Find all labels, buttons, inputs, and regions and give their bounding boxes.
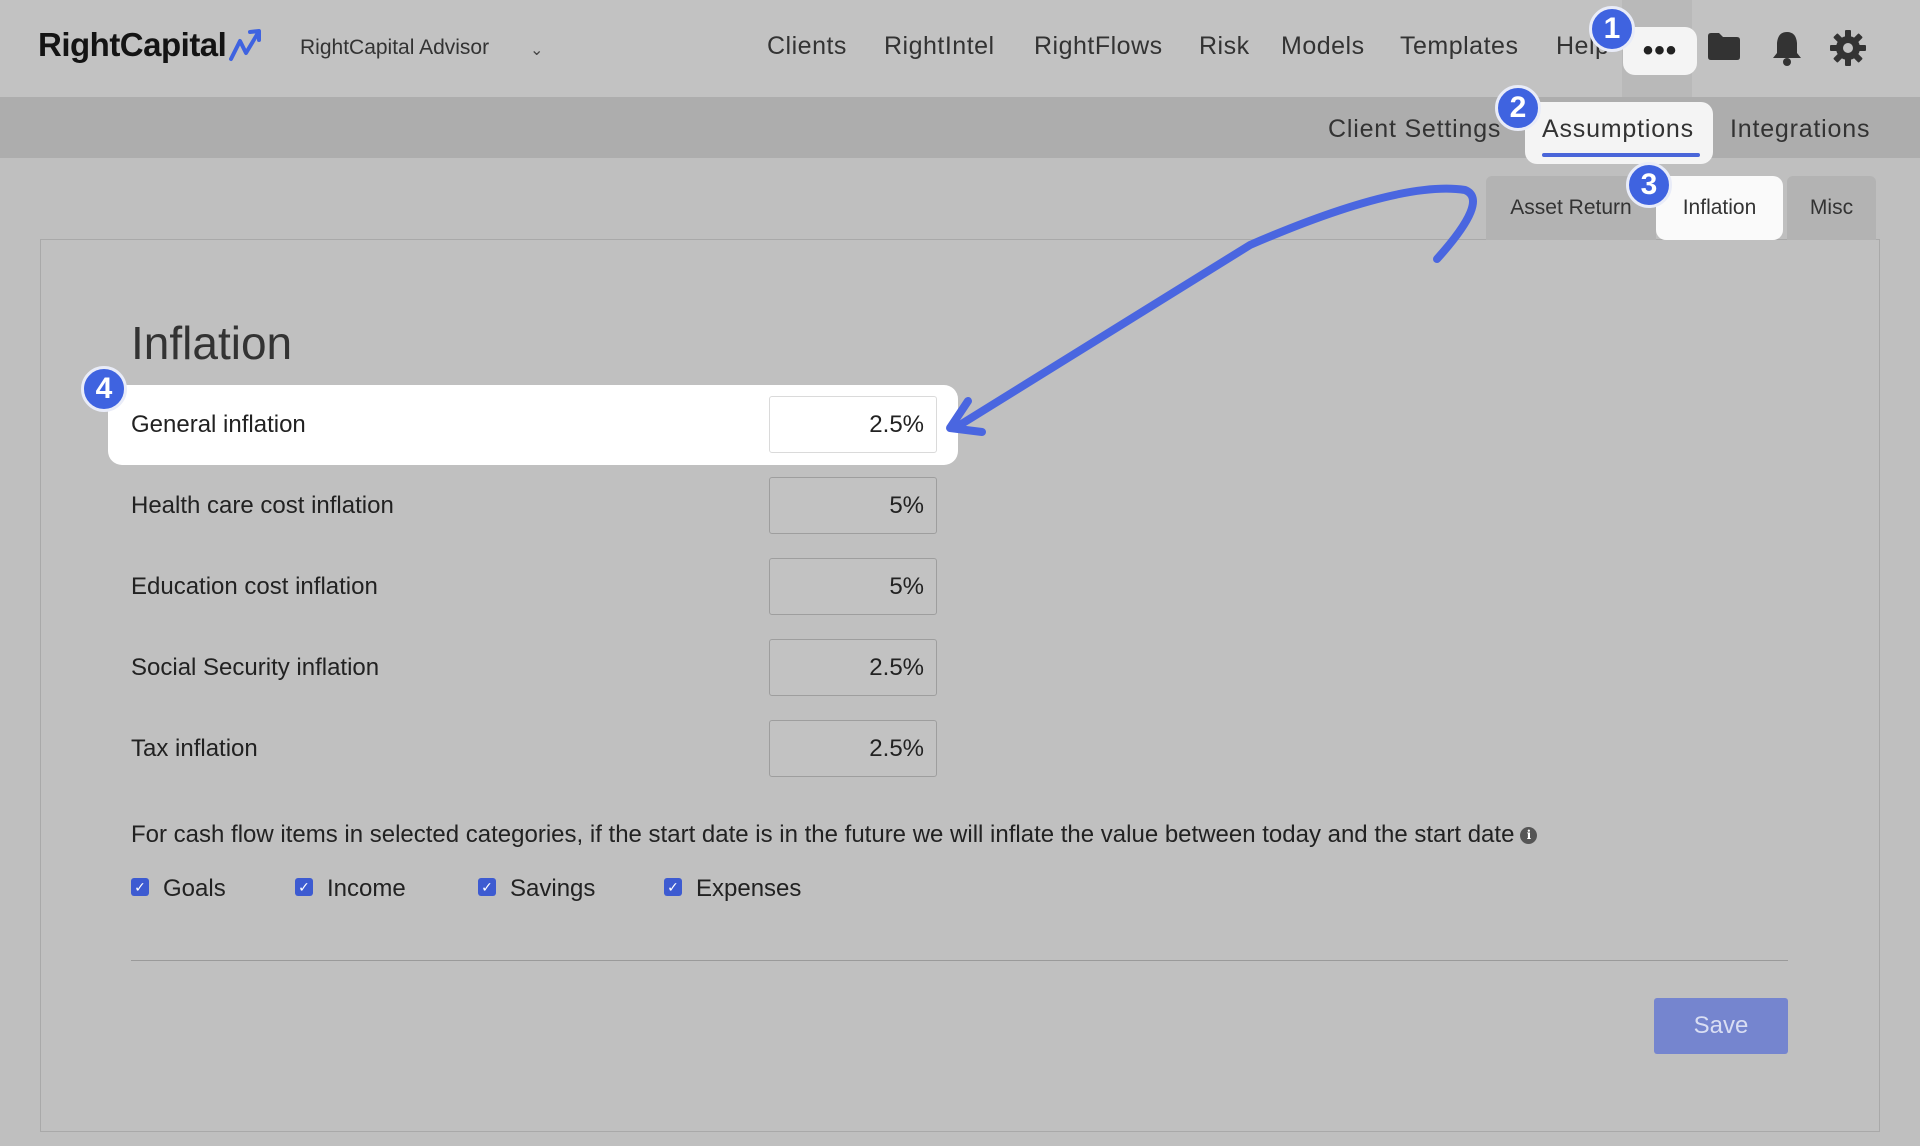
step-badge-1: 1 <box>1589 6 1635 52</box>
step-badge-2: 2 <box>1495 85 1541 131</box>
step-badge-3: 3 <box>1626 162 1672 208</box>
step-badge-4: 4 <box>81 366 127 412</box>
